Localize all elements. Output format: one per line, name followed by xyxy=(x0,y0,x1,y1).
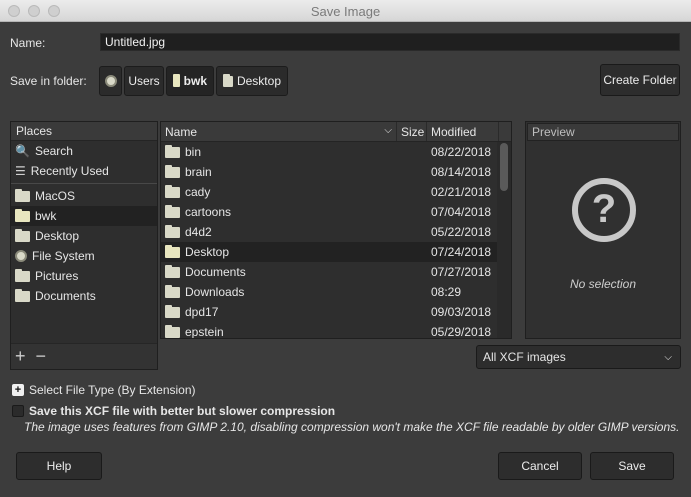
file-row[interactable]: cady 02/21/2018 xyxy=(161,182,511,202)
file-row[interactable]: bin 08/22/2018 xyxy=(161,142,511,162)
drive-icon xyxy=(15,188,30,202)
column-size[interactable]: Size xyxy=(397,122,427,141)
path-desktop-label: Desktop xyxy=(236,74,281,88)
file-list-header: Name ⌵ Size Modified xyxy=(161,122,511,142)
places-item-desktop[interactable]: Desktop xyxy=(11,226,157,246)
folder-icon xyxy=(15,268,30,282)
file-row[interactable]: Documents 07/27/2018 xyxy=(161,262,511,282)
folder-icon xyxy=(165,144,180,158)
title-bar: Save Image xyxy=(0,0,691,22)
folder-icon xyxy=(15,208,30,222)
file-row-selected[interactable]: Desktop 07/24/2018 xyxy=(161,242,511,262)
path-root-button[interactable] xyxy=(99,66,122,96)
path-users-label: Users xyxy=(128,74,160,88)
places-header: Places xyxy=(11,122,157,141)
folder-icon xyxy=(165,164,180,178)
no-selection-text: No selection xyxy=(569,277,637,291)
file-row[interactable]: Downloads 08:29 xyxy=(161,282,511,302)
folder-icon xyxy=(15,228,30,242)
window-title: Save Image xyxy=(310,4,381,19)
path-bwk-button[interactable]: bwk xyxy=(166,66,214,96)
places-item-file-system[interactable]: File System xyxy=(11,246,157,266)
folder-icon xyxy=(165,324,180,338)
compression-checkbox[interactable]: Save this XCF file with better but slowe… xyxy=(12,404,335,418)
help-button[interactable]: Help xyxy=(16,452,102,480)
preview-header: Preview xyxy=(527,123,679,141)
column-modified[interactable]: Modified xyxy=(427,122,499,141)
preview-panel: Preview ? No selection xyxy=(525,121,681,339)
places-panel: Places 🔍 Search ☰ Recently Used MacOS bw… xyxy=(10,121,158,370)
cancel-button[interactable]: Cancel xyxy=(498,452,582,480)
drive-icon xyxy=(104,75,117,87)
save-button[interactable]: Save xyxy=(590,452,674,480)
folder-icon xyxy=(165,224,180,238)
column-name[interactable]: Name ⌵ xyxy=(161,122,397,141)
folder-icon xyxy=(165,264,180,278)
chevron-down-icon: ⌵ xyxy=(384,125,392,136)
scrollbar-thumb[interactable] xyxy=(500,143,508,191)
checkbox-box[interactable] xyxy=(12,405,24,417)
filesystem-icon xyxy=(15,250,27,262)
file-list-scrollbar[interactable] xyxy=(497,142,511,338)
file-row[interactable]: dpd17 09/03/2018 xyxy=(161,302,511,322)
folder-icon xyxy=(165,284,180,298)
expand-icon: + xyxy=(12,384,24,396)
places-divider xyxy=(11,183,157,184)
file-row[interactable]: cartoons 07/04/2018 xyxy=(161,202,511,222)
places-item-macos[interactable]: MacOS xyxy=(11,186,157,206)
recent-icon: ☰ xyxy=(15,164,26,178)
path-desktop-button[interactable]: Desktop xyxy=(216,66,288,96)
places-toolbar: + − xyxy=(11,343,157,369)
places-item-bwk[interactable]: bwk xyxy=(11,206,157,226)
select-file-type-expander[interactable]: + Select File Type (By Extension) xyxy=(12,383,196,397)
add-bookmark-icon[interactable]: + xyxy=(15,346,26,367)
remove-bookmark-icon[interactable]: − xyxy=(36,346,47,367)
file-row[interactable]: epstein 05/29/2018 xyxy=(161,322,511,338)
chevron-down-icon: ⌵ xyxy=(664,352,672,363)
file-row[interactable]: brain 08/14/2018 xyxy=(161,162,511,182)
folder-icon xyxy=(165,204,180,218)
filename-input[interactable] xyxy=(100,33,680,51)
path-bwk-label: bwk xyxy=(183,74,207,88)
save-in-folder-label: Save in folder: xyxy=(10,74,87,88)
create-folder-button[interactable]: Create Folder xyxy=(600,64,680,96)
folder-icon xyxy=(165,304,180,318)
places-item-recently-used[interactable]: ☰ Recently Used xyxy=(11,161,157,181)
file-list: Name ⌵ Size Modified bin 08/22/2018 brain… xyxy=(160,121,512,339)
folder-icon xyxy=(15,288,30,302)
name-label: Name: xyxy=(10,36,46,50)
folder-icon xyxy=(165,184,180,198)
file-row[interactable]: d4d2 05/22/2018 xyxy=(161,222,511,242)
places-item-search[interactable]: 🔍 Search xyxy=(11,141,157,161)
places-item-documents[interactable]: Documents xyxy=(11,286,157,306)
places-item-pictures[interactable]: Pictures xyxy=(11,266,157,286)
file-type-value: All XCF images xyxy=(483,350,566,364)
folder-icon xyxy=(165,244,180,258)
folder-icon xyxy=(223,73,233,87)
folder-icon xyxy=(173,73,180,87)
path-users-button[interactable]: Users xyxy=(124,66,164,96)
file-type-select[interactable]: All XCF images ⌵ xyxy=(476,345,681,369)
compression-note: The image uses features from GIMP 2.10, … xyxy=(24,420,680,434)
question-icon: ? xyxy=(572,178,636,242)
search-icon: 🔍 xyxy=(15,144,30,158)
